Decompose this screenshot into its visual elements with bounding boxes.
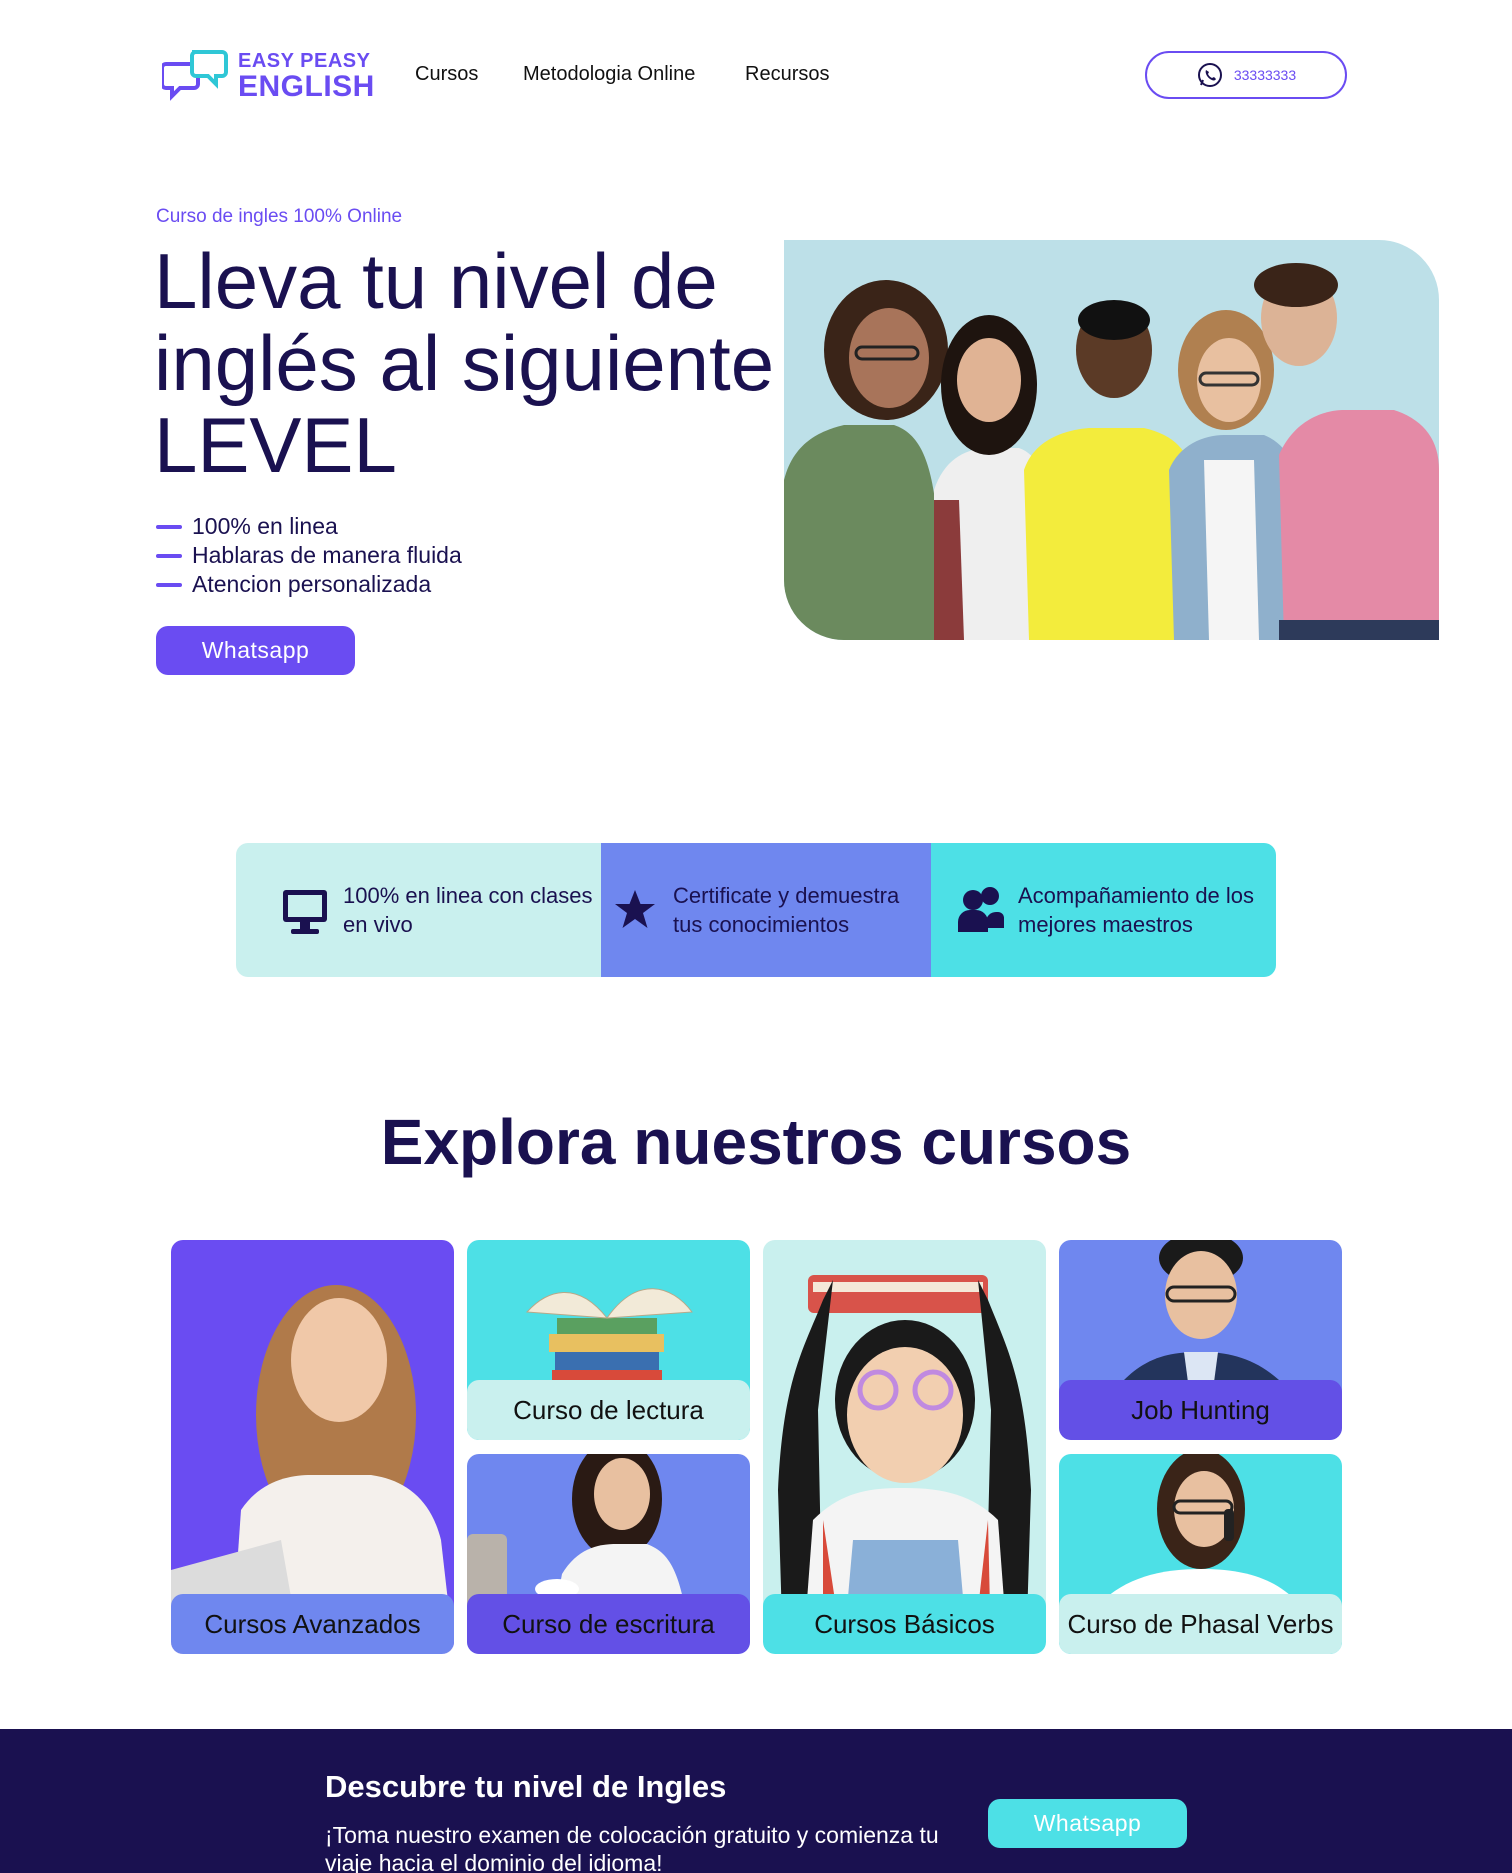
feature-text: Certificate y demuestra tus conocimiento… (673, 883, 900, 937)
course-card-phrasal-verbs[interactable]: Curso de Phasal Verbs (1059, 1454, 1342, 1654)
course-label: Job Hunting (1059, 1380, 1342, 1440)
course-label: Curso de escritura (467, 1594, 750, 1654)
brand-line2: ENGLISH (238, 70, 375, 103)
banner-whatsapp-button[interactable]: Whatsapp (988, 1799, 1187, 1848)
banner-text: ¡Toma nuestro examen de colocación gratu… (325, 1822, 939, 1873)
brand-line1: EASY PEASY (238, 50, 371, 72)
hero-students-photo (784, 240, 1439, 640)
dash-icon (156, 524, 182, 529)
feature-text: 100% en linea con clases en vivo (343, 883, 593, 937)
course-photo (171, 1285, 454, 1654)
hero-bullet-text: 100% en linea (192, 513, 338, 539)
hero-bullet: 100% en linea (156, 512, 462, 541)
banner-title: Descubre tu nivel de Ingles (325, 1769, 727, 1804)
hero-whatsapp-button[interactable]: Whatsapp (156, 626, 355, 675)
feature-certificate: Certificate y demuestra tus conocimiento… (601, 843, 931, 977)
nav-link-metodologia[interactable]: Metodologia Online (523, 63, 695, 86)
phone-number: 33333333 (1233, 67, 1297, 83)
hero-bullet-text: Hablaras de manera fluida (192, 542, 462, 568)
students-illustration (784, 263, 1439, 640)
dash-icon (156, 582, 182, 587)
courses-title: Explora nuestros cursos (380, 1106, 1132, 1178)
course-card-basicos[interactable]: Cursos Básicos (763, 1240, 1046, 1654)
feature-teachers: Acompañamiento de los mejores maestros (931, 843, 1276, 977)
hero-bullet-list: 100% en linea Hablaras de manera fluida … (156, 512, 462, 599)
hero-bullet-text: Atencion personalizada (192, 571, 432, 597)
course-label: Cursos Avanzados (171, 1594, 454, 1654)
monitor-icon (283, 890, 327, 934)
feature-text: Acompañamiento de los mejores maestros (1018, 883, 1255, 937)
whatsapp-icon (1197, 63, 1222, 87)
course-label: Curso de lectura (467, 1380, 750, 1440)
placement-test-banner: Descubre tu nivel de Ingles ¡Toma nuestr… (0, 1729, 1512, 1873)
course-label: Curso de Phasal Verbs (1059, 1594, 1342, 1654)
feature-online: 100% en linea con clases en vivo (236, 843, 601, 977)
hero-title: Lleva tu nivel de inglés al siguiente LE… (154, 237, 775, 489)
course-card-avanzados[interactable]: Cursos Avanzados (171, 1240, 454, 1654)
star-icon (615, 890, 655, 928)
nav-link-recursos[interactable]: Recursos (745, 63, 829, 86)
brand-name: EASY PEASY ENGLISH (238, 51, 375, 102)
hero-bullet: Atencion personalizada (156, 570, 462, 599)
course-label: Cursos Básicos (763, 1594, 1046, 1654)
hero-bullet: Hablaras de manera fluida (156, 541, 462, 570)
features-strip: 100% en linea con clases en vivo Certifi… (236, 843, 1276, 977)
hero-eyebrow: Curso de ingles 100% Online (156, 206, 403, 227)
phone-button[interactable]: 33333333 (1145, 51, 1347, 99)
nav-link-cursos[interactable]: Cursos (415, 63, 478, 86)
course-card-lectura[interactable]: Curso de lectura (467, 1240, 750, 1440)
people-icon (958, 887, 1004, 932)
child-photo (778, 1275, 1031, 1654)
brand-logo[interactable]: EASY PEASY ENGLISH (162, 48, 375, 104)
top-navbar: EASY PEASY ENGLISH Cursos Metodologia On… (0, 0, 1512, 150)
course-card-escritura[interactable]: Curso de escritura (467, 1454, 750, 1654)
dash-icon (156, 553, 182, 558)
course-card-job-hunting[interactable]: Job Hunting (1059, 1240, 1342, 1440)
chat-bubbles-icon (162, 50, 228, 101)
